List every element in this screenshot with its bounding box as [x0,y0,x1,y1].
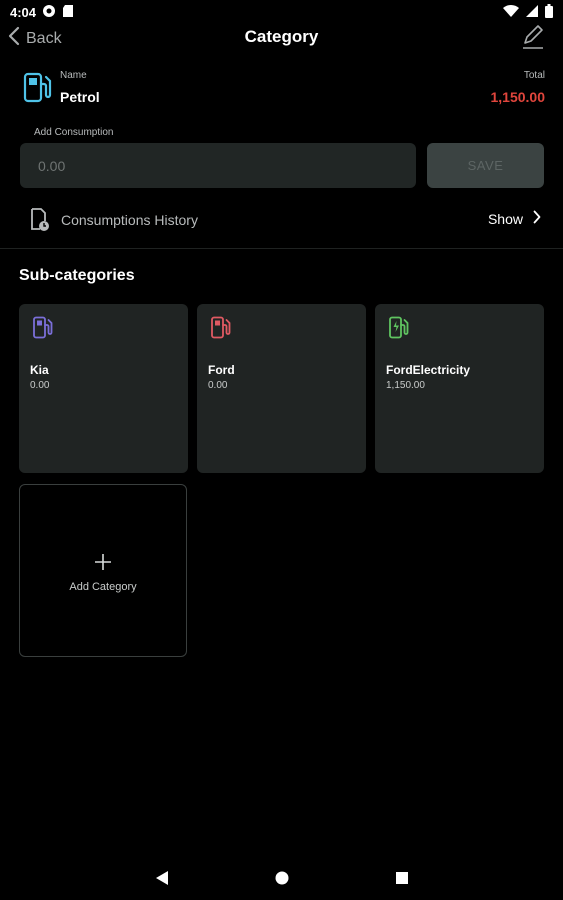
signal-icon [525,4,539,21]
subcategory-name: Ford [208,363,235,377]
name-label: Name [60,70,87,81]
total-label: Total [523,70,545,81]
subcategory-tile-kia[interactable]: Kia 0.00 [19,304,188,473]
subcategory-tile-fordelectricity[interactable]: FordElectricity 1,150.00 [375,304,544,473]
subcategory-name: Kia [30,363,49,377]
add-consumption-label: Add Consumption [34,127,114,138]
fuel-pump-icon [210,316,232,345]
history-file-icon [30,208,50,237]
show-link[interactable]: Show [488,210,541,227]
add-category-button[interactable]: Add Category [19,484,187,657]
subcategory-value: 0.00 [30,380,50,391]
status-time: 4:04 [10,4,37,20]
subcategory-value: 1,150.00 [386,380,425,391]
status-bar: 4:04 [0,0,563,24]
fuel-pump-icon [32,316,54,345]
subcategories-title: Sub-categories [19,267,135,284]
app-notification-icon [42,4,56,21]
pencil-icon [521,25,545,54]
ev-charger-icon [388,316,410,345]
show-label: Show [487,210,523,227]
nav-back-icon[interactable] [155,870,169,891]
sd-card-icon [62,4,74,21]
category-name: Petrol [60,89,100,105]
consumptions-history-row[interactable]: Consumptions History Show [30,204,541,236]
chevron-right-icon [533,210,541,227]
system-nav-bar [0,852,563,900]
subcategory-name: FordElectricity [386,363,471,377]
consumption-input[interactable] [20,143,416,188]
save-button[interactable]: SAVE [427,143,544,188]
fuel-pump-icon [22,72,54,109]
nav-home-icon[interactable] [275,870,289,891]
wifi-icon [503,4,519,21]
category-header: Name Petrol Total 1,150.00 [22,68,545,112]
plus-icon [20,553,186,574]
page-title: Category [244,27,319,46]
battery-icon [545,3,553,21]
divider [0,248,563,249]
subcategory-tile-ford[interactable]: Ford 0.00 [197,304,366,473]
edit-button[interactable] [521,24,545,55]
history-label: Consumptions History [61,212,198,228]
category-total: 1,150.00 [490,89,546,105]
subcategory-value: 0.00 [208,380,228,391]
add-category-label: Add Category [69,581,137,593]
nav-recents-icon[interactable] [395,870,409,891]
app-bar: Back Category [0,24,563,52]
